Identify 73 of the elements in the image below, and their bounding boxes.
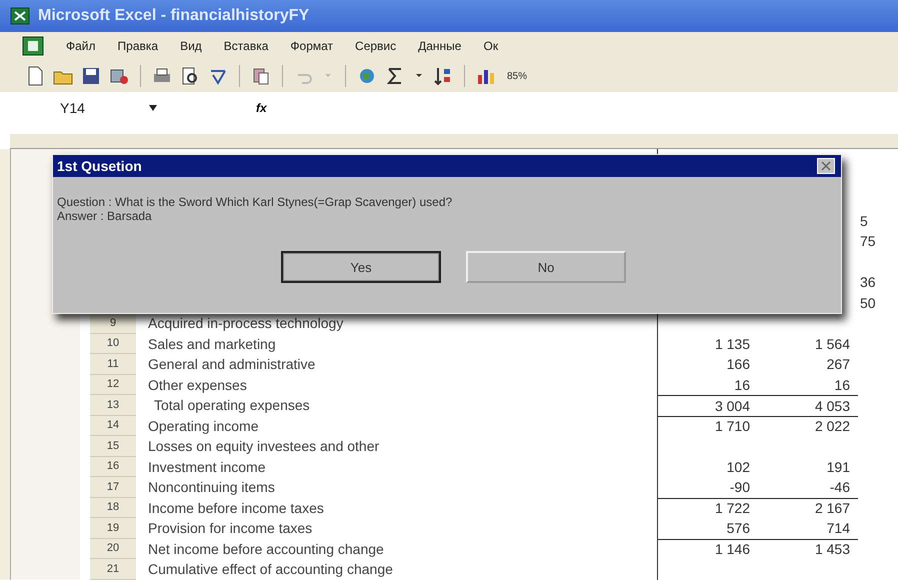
table-cell: Provision for income taxes xyxy=(148,520,312,536)
menu-item[interactable]: Сервис xyxy=(355,39,396,53)
row-number[interactable]: 15 xyxy=(90,436,136,456)
table-cell: Losses on equity investees and other xyxy=(148,438,380,454)
zoom-field[interactable]: 85% xyxy=(503,68,532,84)
table-cell: 102 xyxy=(726,458,750,475)
name-box[interactable]: Y14 xyxy=(0,100,140,116)
table-cell: 16 xyxy=(834,376,850,393)
dropdown-arrow-icon[interactable] xyxy=(148,104,158,112)
table-cell: 1 710 xyxy=(714,418,750,434)
table-cell: Noncontinuing items xyxy=(148,479,275,496)
table-cell: General and administrative xyxy=(148,356,316,372)
row-number[interactable]: 9 xyxy=(90,313,136,334)
table-cell: -46 xyxy=(830,479,850,496)
table-cell: 3 004 xyxy=(714,398,750,414)
cell-reference: Y14 xyxy=(60,100,85,116)
table-cell: 75 xyxy=(860,233,876,250)
menu-item[interactable]: Правка xyxy=(118,39,158,53)
dialog-button[interactable]: No xyxy=(466,251,626,283)
table-cell: 50 xyxy=(860,294,876,311)
close-icon[interactable] xyxy=(817,158,835,174)
dialog-title: 1st Qusetion xyxy=(57,158,142,174)
row-number[interactable]: 10 xyxy=(90,334,136,354)
table-cell: -90 xyxy=(730,479,750,496)
message-text: Question : What is the Sword Which Karl Stynes(=Grap Scavenger) used? xyxy=(57,195,454,209)
spreadsheet-icon xyxy=(10,7,30,25)
table-cell: 2 022 xyxy=(814,418,850,434)
row-number[interactable]: 11 xyxy=(90,354,136,374)
table-cell: Operating income xyxy=(148,418,259,434)
table-cell: Sales and marketing xyxy=(148,336,276,352)
table-cell: Acquired in-process technology xyxy=(148,315,344,332)
menu-item[interactable]: Файл xyxy=(66,39,96,53)
table-cell: 576 xyxy=(726,520,750,536)
function-button[interactable]: fx xyxy=(256,101,267,115)
menu-item[interactable]: Ок xyxy=(483,39,498,53)
menu-item[interactable]: Вид xyxy=(180,39,202,53)
row-number[interactable]: 14 xyxy=(90,416,136,436)
save-icon[interactable] xyxy=(80,65,102,87)
dialog-button[interactable]: Yes xyxy=(281,251,441,283)
table-cell: 191 xyxy=(826,458,850,475)
row-number[interactable]: 18 xyxy=(90,498,136,518)
table-cell: Net income before accounting change xyxy=(148,540,384,557)
message-text: Answer : Barsada xyxy=(57,209,153,223)
table-cell: 166 xyxy=(726,356,750,372)
row-number[interactable]: 12 xyxy=(90,374,136,395)
menu-item[interactable]: Формат xyxy=(290,39,334,53)
table-cell: 714 xyxy=(826,520,850,536)
table-cell: Cumulative effect of accounting change xyxy=(148,561,393,578)
table-cell: 36 xyxy=(860,274,876,290)
table-cell: 2 167 xyxy=(814,500,850,516)
menu-item[interactable]: Вставка xyxy=(224,39,268,53)
table-cell: Other expenses xyxy=(148,376,247,393)
row-number[interactable]: 13 xyxy=(90,395,136,416)
row-number[interactable]: 17 xyxy=(90,477,136,498)
table-cell: 4 053 xyxy=(814,398,850,414)
table-cell: 16 xyxy=(734,376,750,393)
row-number[interactable]: 19 xyxy=(90,518,136,538)
table-cell: Income before income taxes xyxy=(148,500,324,516)
table-cell: Investment income xyxy=(148,458,266,475)
table-cell: 1 453 xyxy=(814,541,850,558)
row-number[interactable]: 16 xyxy=(90,456,136,477)
table-cell-text: Total operating expenses xyxy=(153,397,310,414)
table-cell: 1 135 xyxy=(714,336,750,352)
table-cell: 1 564 xyxy=(814,336,850,352)
table-cell: 267 xyxy=(826,356,850,372)
table-cell: 5 xyxy=(860,212,868,229)
document-icon xyxy=(22,36,44,56)
row-number[interactable]: 21 xyxy=(90,559,136,580)
row-number[interactable]: 20 xyxy=(90,538,136,559)
table-cell: 1 722 xyxy=(714,500,750,516)
window-title: Microsoft Excel - financialhistoryFY xyxy=(38,7,310,25)
menu-item[interactable]: Данные xyxy=(418,39,462,53)
table-cell: 1 146 xyxy=(714,541,750,558)
